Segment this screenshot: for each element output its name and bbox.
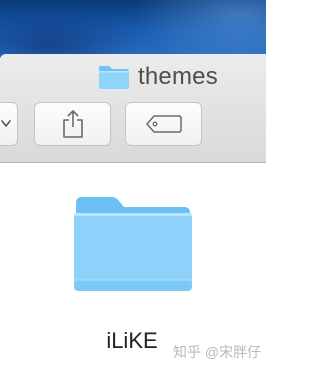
finder-window: themes iLiKE <box>0 54 266 376</box>
share-icon <box>62 110 83 138</box>
desktop-wallpaper <box>0 0 266 58</box>
chevron-icon <box>1 120 11 128</box>
tag-icon <box>145 115 182 133</box>
tag-button[interactable] <box>125 102 202 146</box>
folder-icon <box>99 66 129 89</box>
window-titlebar: themes <box>0 54 266 163</box>
folder-icon <box>74 197 192 291</box>
window-title-text: themes <box>138 63 218 90</box>
share-button[interactable] <box>34 102 111 146</box>
window-title: themes <box>98 63 218 90</box>
watermark-text: 知乎 @宋胖仔 <box>173 344 262 360</box>
view-options-button[interactable] <box>0 102 18 146</box>
